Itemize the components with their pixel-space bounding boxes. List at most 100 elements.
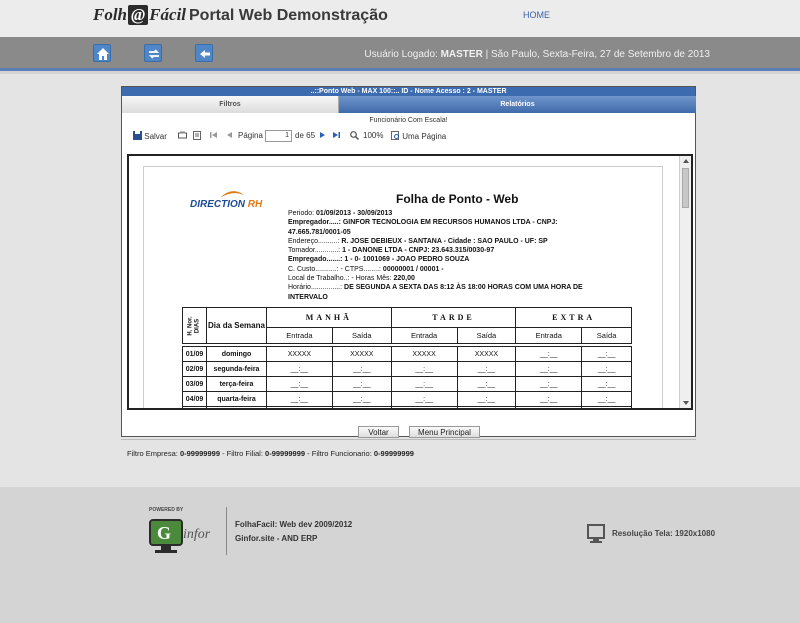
one-page-label: Uma Página [402, 132, 447, 141]
row-time-cell: __:__ [390, 376, 458, 392]
row-cell [581, 406, 632, 408]
row-time-cell: __:__ [581, 361, 632, 377]
portal-title: Portal Web Demonstração [189, 7, 388, 24]
tab-bar: Filtros Relatórios [122, 96, 696, 113]
swap-icon [148, 49, 160, 59]
row-time-cell: XXXXX [390, 346, 458, 362]
document-icon [193, 131, 201, 140]
next-page-button[interactable] [318, 131, 326, 141]
logo-text-2: Fácil [149, 5, 187, 24]
employer-line: Empregador.....: GINFOR TECNOLOGIA EM RE… [288, 219, 558, 227]
scroll-down-icon [683, 401, 689, 405]
print-icon [178, 131, 187, 139]
tab-filtros[interactable]: Filtros [122, 96, 339, 113]
logo-direction: DIRECTION [190, 199, 245, 210]
tomador-value: 1 - DANONE LTDA - CNPJ: 23.643.315/0030-… [342, 247, 495, 255]
one-page-button[interactable]: Uma Página [391, 131, 446, 141]
filtro-empresa-label: Filtro Empresa: [127, 449, 178, 458]
row-time-cell: __:__ [515, 391, 583, 407]
period-value: 01/09/2013 - 30/09/2013 [316, 210, 393, 217]
row-time-cell: __:__ [515, 361, 583, 377]
col-saida: Saída [331, 327, 392, 344]
print-button[interactable] [178, 131, 187, 142]
address-value: R. JOSE DEBIEUX - SANTANA - Cidade : SAO… [341, 237, 548, 245]
tab-relatorios[interactable]: Relatórios [339, 96, 696, 113]
ginfor-brand: infor [183, 527, 211, 542]
nav-bar: Usuário Logado: MASTER | São Paulo, Sext… [0, 37, 800, 71]
logo-text: Folh [93, 5, 128, 24]
vertical-scrollbar[interactable] [679, 156, 691, 408]
row-time-cell: __:__ [266, 391, 333, 407]
empregado-label: Empregado.......: [288, 256, 343, 264]
voltar-button[interactable]: Voltar [358, 426, 399, 438]
horario-label: Horário...............: [288, 284, 343, 292]
user-location-date: | São Paulo, Sexta-Feira, 27 de Setembro… [485, 49, 710, 60]
action-buttons: Voltar Menu Principal [122, 425, 695, 438]
user-name: MASTER [440, 49, 483, 60]
row-time-cell: __:__ [581, 376, 632, 392]
monitor-icon [587, 524, 605, 543]
home-button[interactable] [93, 44, 111, 62]
col-nor-dias: H. Nor. DIAS [182, 307, 207, 344]
group-extra: EXTRA [515, 307, 632, 328]
floppy-disk-icon [133, 131, 142, 140]
row-day: domingo [206, 346, 267, 362]
save-button[interactable]: Salvar [133, 131, 167, 141]
home-link[interactable]: HOME [523, 10, 550, 20]
row-time-cell: __:__ [581, 391, 632, 407]
row-day: terça-feira [206, 376, 267, 392]
col-saida: Saída [456, 327, 517, 344]
row-time-cell: __:__ [456, 361, 517, 377]
page-label: Página [238, 131, 263, 140]
row-cell [182, 406, 207, 408]
row-time-cell: __:__ [331, 391, 392, 407]
window-title: ..::Ponto Web - MAX 100::.. ID - Nome Ac… [122, 87, 695, 96]
zoom-button[interactable] [350, 131, 360, 142]
row-time-cell: __:__ [266, 361, 333, 377]
row-cell [266, 406, 333, 408]
page-input[interactable]: 1 [265, 130, 292, 142]
row-time-cell: XXXXX [456, 346, 517, 362]
company-logo: DIRECTION RH [190, 199, 262, 210]
home-icon [97, 48, 109, 60]
refresh-button[interactable] [144, 44, 162, 62]
local-value: 220,00 [393, 275, 415, 283]
scroll-up-icon [683, 159, 689, 163]
col-entrada: Entrada [266, 327, 333, 344]
row-time-cell: __:__ [331, 361, 392, 377]
screen-resolution: Resolução Tela: 1920x1080 [612, 529, 716, 538]
row-time-cell: __:__ [266, 376, 333, 392]
col-entrada: Entrada [515, 327, 583, 344]
row-time-cell: __:__ [515, 376, 583, 392]
table-row: 04/09 quarta-feira __:__ __:__ __:__ __:__ __:… [182, 391, 632, 407]
main-content: ..::Ponto Web - MAX 100::.. ID - Nome Ac… [0, 74, 800, 487]
employer-cnpj: 47.665.781/0001-05 [288, 228, 351, 236]
scrollbar-thumb[interactable] [682, 168, 689, 208]
user-label: Usuário Logado: [364, 49, 438, 60]
table-row: 01/09 domingo XXXXX XXXXX XXXXX XXXXX __:__ __:… [182, 346, 632, 362]
row-date: 04/09 [182, 391, 207, 407]
row-day: quarta-feira [206, 391, 267, 407]
row-cell [390, 406, 458, 408]
col-nor: H. Nor. [187, 315, 194, 336]
direction-logo-icon [220, 191, 244, 198]
filtro-filial-value: 0-99999999 [265, 449, 306, 458]
last-page-button[interactable] [332, 131, 340, 141]
first-page-button[interactable] [210, 131, 218, 141]
row-time-cell: __:__ [456, 376, 517, 392]
app-logo[interactable]: Folh @ Fácil [93, 5, 186, 25]
row-time-cell: __:__ [390, 361, 458, 377]
row-time-cell: __:__ [456, 391, 517, 407]
custo-label: C. Custo...........: - CTPS........: [288, 265, 381, 273]
period-label: Periodo: [288, 210, 315, 217]
status-message: Funcionário Com Escala! [369, 117, 448, 124]
footer-divider [226, 507, 227, 555]
report-viewer[interactable]: DIRECTION RH Folha de Ponto - Web Period… [127, 154, 693, 410]
prev-page-button[interactable] [226, 131, 234, 141]
save-label: Salvar [144, 132, 167, 141]
menu-principal-button[interactable]: Menu Principal [409, 426, 480, 438]
row-time-cell: XXXXX [331, 346, 392, 362]
row-cell [206, 406, 267, 408]
back-button[interactable] [195, 44, 213, 62]
print-preview-button[interactable] [193, 131, 201, 142]
